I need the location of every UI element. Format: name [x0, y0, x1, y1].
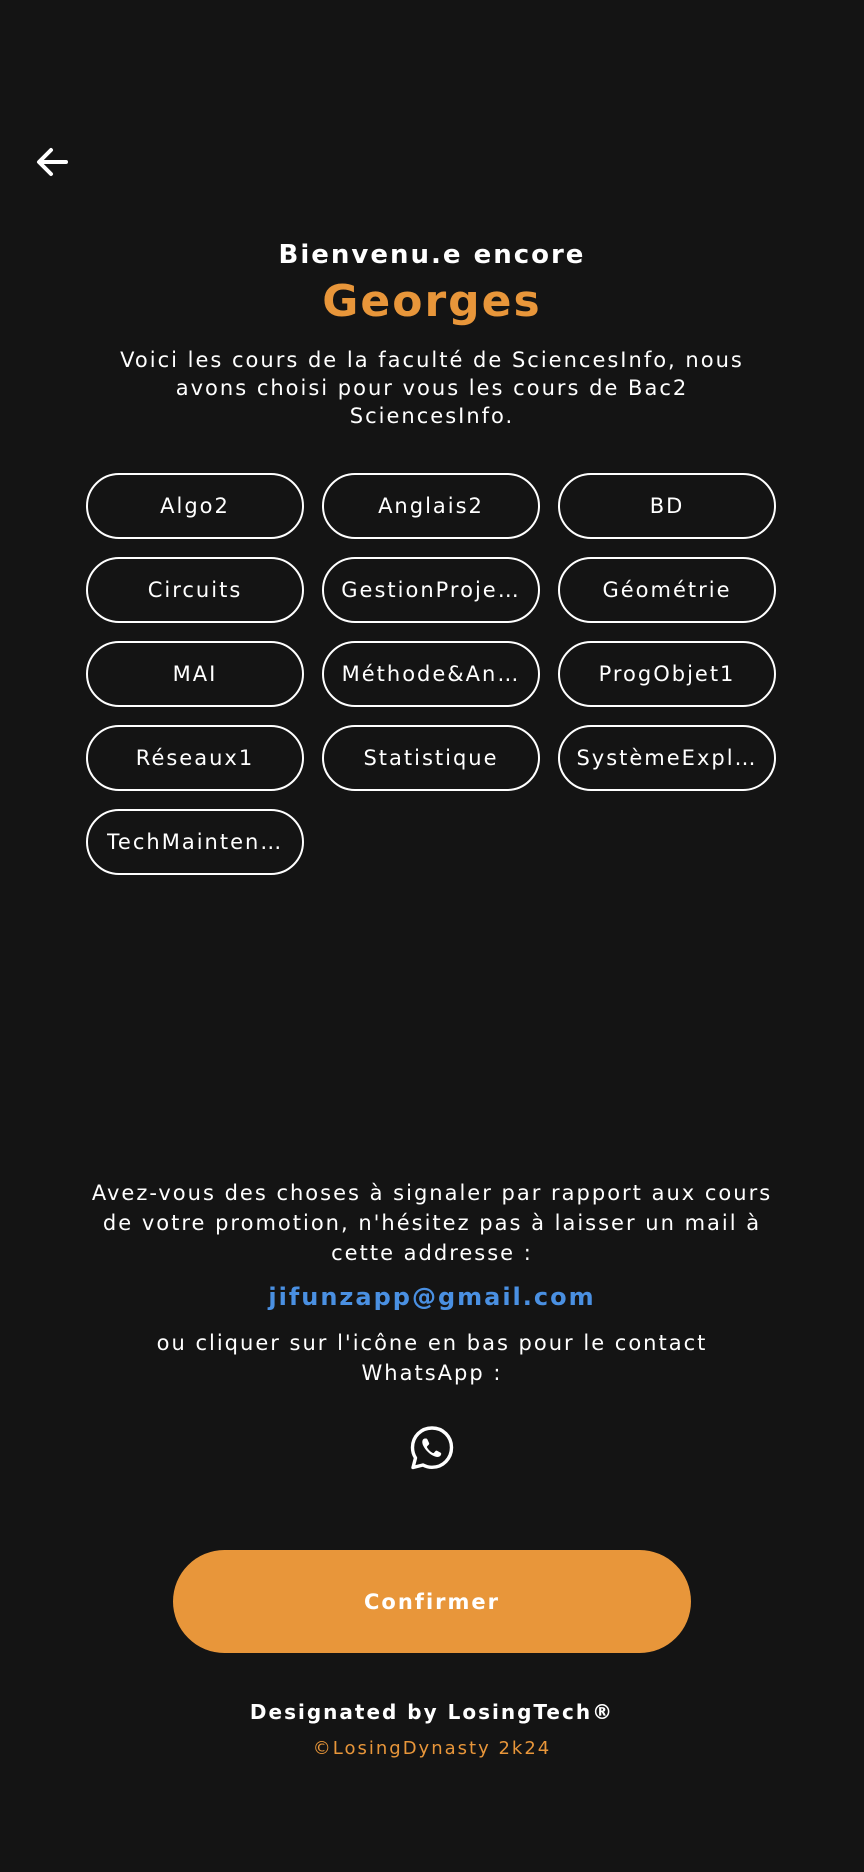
course-label: Algo2	[160, 494, 230, 518]
whatsapp-button[interactable]	[408, 1424, 456, 1472]
course-chip-reseaux1[interactable]: Réseaux1	[86, 725, 304, 791]
course-label: Géométrie	[602, 578, 732, 602]
back-button[interactable]	[30, 140, 74, 184]
course-label: Réseaux1	[135, 746, 255, 770]
course-chip-progobjet1[interactable]: ProgObjet1	[558, 641, 776, 707]
course-chip-methode-analyse[interactable]: Méthode&An…	[322, 641, 540, 707]
course-label: GestionProje…	[341, 578, 521, 602]
course-label: Anglais2	[378, 494, 484, 518]
designed-by-text: Designated by LosingTech®	[249, 1700, 615, 1724]
course-label: MAI	[172, 662, 218, 686]
course-chip-anglais2[interactable]: Anglais2	[322, 473, 540, 539]
course-chip-algo2[interactable]: Algo2	[86, 473, 304, 539]
course-label: Statistique	[363, 746, 499, 770]
course-chip-geometrie[interactable]: Géométrie	[558, 557, 776, 623]
whatsapp-text: ou cliquer sur l'icône en bas pour le co…	[156, 1331, 708, 1385]
course-list: Algo2 Anglais2 BD Circuits GestionProje……	[86, 473, 778, 875]
course-chip-circuits[interactable]: Circuits	[86, 557, 304, 623]
course-chip-statistique[interactable]: Statistique	[322, 725, 540, 791]
course-label: ProgObjet1	[598, 662, 736, 686]
course-label: TechMainten…	[106, 830, 284, 854]
confirm-button[interactable]: Confirmer	[173, 1550, 691, 1653]
course-label: BD	[649, 494, 685, 518]
course-label: Méthode&An…	[341, 662, 521, 686]
email-link[interactable]: jifunzapp@gmail.com	[0, 1283, 864, 1311]
report-text: Avez-vous des choses à signaler par rapp…	[91, 1181, 773, 1265]
username-title: Georges	[322, 276, 542, 327]
course-chip-systeme-exploitation[interactable]: SystèmeExpl…	[558, 725, 776, 791]
course-chip-mai[interactable]: MAI	[86, 641, 304, 707]
copyright-text: ©LosingDynasty 2k24	[312, 1738, 552, 1759]
arrow-left-icon	[37, 148, 68, 176]
welcome-heading: Bienvenu.e encore	[278, 240, 586, 270]
course-label: Circuits	[147, 578, 243, 602]
course-chip-bd[interactable]: BD	[558, 473, 776, 539]
course-chip-tech-maintenance[interactable]: TechMainten…	[86, 809, 304, 875]
course-chip-gestionprojet[interactable]: GestionProje…	[322, 557, 540, 623]
whatsapp-icon	[410, 1426, 454, 1470]
course-label: SystèmeExpl…	[576, 746, 758, 770]
intro-text: Voici les cours de la faculté de Science…	[120, 348, 744, 428]
